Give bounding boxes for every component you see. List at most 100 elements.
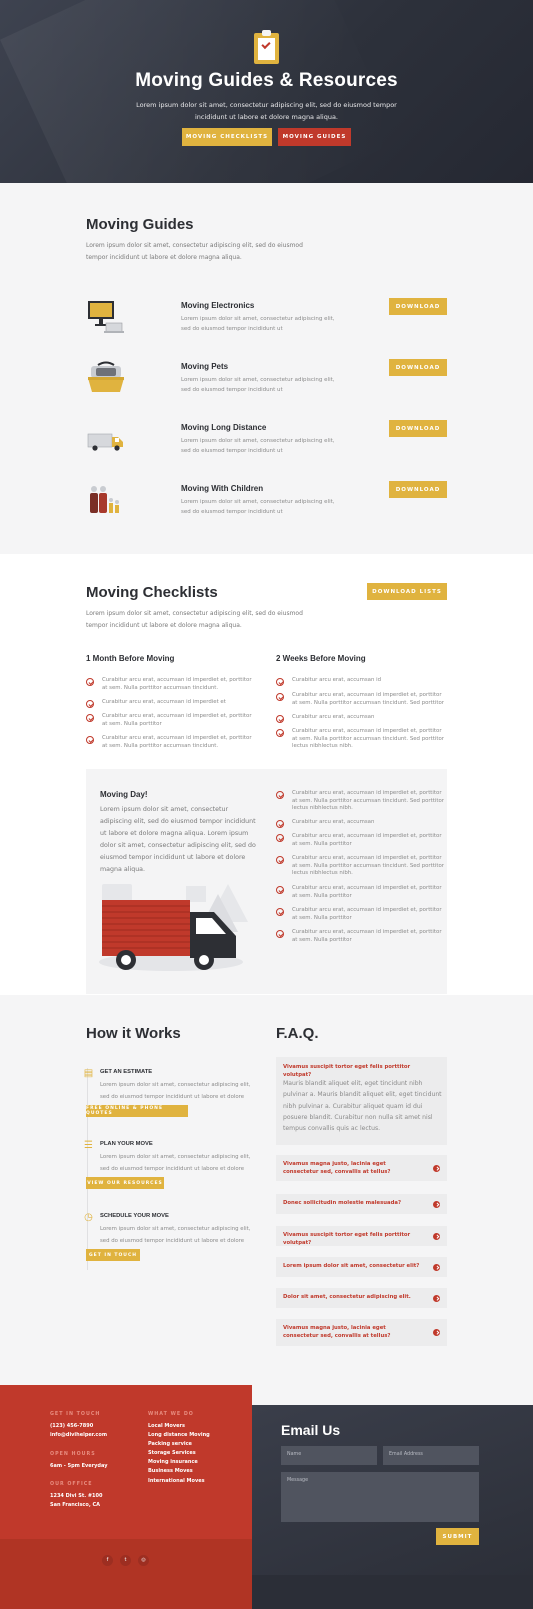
list-item: Curabitur arcu erat, accumsan id imperdi… bbox=[86, 735, 256, 750]
address-line: San Francisco, CA bbox=[50, 1502, 101, 1508]
checklists-text: Lorem ipsum dolor sit amet, consectetur … bbox=[86, 610, 303, 629]
checklist-column-title: 2 Weeks Before Moving bbox=[276, 654, 366, 663]
guide-row: Moving Pets Lorem ipsum dolor sit amet, … bbox=[86, 359, 447, 399]
phone-link[interactable]: (123) 456-7890 bbox=[50, 1422, 93, 1431]
guide-title: Moving Electronics bbox=[181, 301, 255, 310]
guide-text: Lorem ipsum dolor sit amet, consectetur … bbox=[181, 499, 335, 515]
submit-button[interactable]: Submit bbox=[436, 1528, 479, 1545]
download-button[interactable]: Download bbox=[389, 298, 447, 315]
email-link[interactable]: info@divihelper.com bbox=[50, 1431, 107, 1440]
list-item: Curabitur arcu erat, accumsan bbox=[276, 819, 446, 828]
checklists-title: Moving Checklists bbox=[86, 584, 218, 601]
how-it-works-title: How it Works bbox=[86, 1025, 181, 1042]
footer-link[interactable]: Long distance Moving bbox=[148, 1431, 210, 1440]
check-icon bbox=[276, 791, 284, 799]
list-item: Curabitur arcu erat, accumsan id imperdi… bbox=[276, 833, 446, 848]
check-icon bbox=[276, 729, 284, 737]
free-quotes-button[interactable]: Free Online & Phone Quotes bbox=[86, 1105, 188, 1117]
faq-answer: Mauris blandit aliquet elit, eget tincid… bbox=[283, 1080, 442, 1133]
download-button[interactable]: Download bbox=[389, 481, 447, 498]
twitter-icon[interactable]: t bbox=[120, 1555, 131, 1566]
check-icon bbox=[276, 693, 284, 701]
chevron-right-icon bbox=[433, 1201, 440, 1208]
instagram-icon[interactable]: ◎ bbox=[138, 1555, 149, 1566]
footer-link[interactable]: Packing service bbox=[148, 1440, 192, 1449]
moving-guides-button[interactable]: Moving Guides bbox=[278, 128, 351, 146]
chevron-right-icon bbox=[433, 1295, 440, 1302]
faq-item-open[interactable]: Vivamus suscipit tortor eget felis portt… bbox=[276, 1057, 447, 1145]
footer-link[interactable]: International Moves bbox=[148, 1477, 205, 1486]
list-item: Curabitur arcu erat, accumsan id bbox=[276, 677, 446, 686]
check-icon bbox=[276, 820, 284, 828]
email-field[interactable]: Email Address bbox=[383, 1446, 479, 1465]
guide-text: Lorem ipsum dolor sit amet, consectetur … bbox=[181, 438, 335, 454]
moving-truck-illustration bbox=[99, 884, 248, 971]
facebook-icon[interactable]: f bbox=[102, 1555, 113, 1566]
check-icon bbox=[276, 715, 284, 723]
step-text: Lorem ipsum dolor sit amet, consectetur … bbox=[100, 1082, 251, 1100]
family-icon bbox=[90, 486, 119, 513]
footer-info-panel bbox=[0, 1385, 252, 1539]
faq-question: Vivamus magna justo, lacinia eget consec… bbox=[283, 1325, 391, 1339]
list-item: Curabitur arcu erat, accumsan id imperdi… bbox=[276, 885, 446, 900]
chevron-right-icon bbox=[433, 1329, 440, 1336]
footer-link[interactable]: Moving insurance bbox=[148, 1458, 198, 1467]
check-icon bbox=[86, 678, 94, 686]
guide-title: Moving Long Distance bbox=[181, 423, 267, 432]
guide-text: Lorem ipsum dolor sit amet, consectetur … bbox=[181, 316, 335, 332]
download-lists-button[interactable]: Download Lists bbox=[367, 583, 447, 600]
hero-title: Moving Guides & Resources bbox=[135, 70, 398, 91]
step-text: Lorem ipsum dolor sit amet, consectetur … bbox=[100, 1226, 251, 1244]
faq-title: F.A.Q. bbox=[276, 1025, 319, 1042]
hero-text: Lorem ipsum dolor sit amet, consectetur … bbox=[136, 101, 397, 121]
faq-item[interactable]: Vivamus suscipit tortor eget felis portt… bbox=[276, 1226, 447, 1246]
faq-question: Dolor sit amet, consectetur adipiscing e… bbox=[283, 1294, 411, 1300]
check-icon bbox=[276, 908, 284, 916]
check-icon bbox=[86, 700, 94, 708]
moving-checklists-button[interactable]: Moving Checklists bbox=[182, 128, 272, 146]
guides-title: Moving Guides bbox=[86, 216, 194, 233]
hero-section: Moving Guides & Resources Lorem ipsum do… bbox=[0, 0, 533, 183]
footer-social-panel bbox=[0, 1539, 252, 1609]
guide-title: Moving Pets bbox=[181, 362, 229, 371]
check-icon bbox=[276, 856, 284, 864]
footer-link[interactable]: Storage Services bbox=[148, 1449, 196, 1458]
faq-item[interactable]: Lorem ipsum dolor sit amet, consectetur … bbox=[276, 1257, 447, 1277]
footer-link[interactable]: Business Moves bbox=[148, 1467, 193, 1476]
address-line: 1234 Divi St. #100 bbox=[50, 1493, 103, 1499]
check-icon bbox=[276, 834, 284, 842]
faq-question: Vivamus magna justo, lacinia eget consec… bbox=[283, 1161, 391, 1175]
clock-icon: ◷ bbox=[84, 1212, 93, 1223]
guide-row: Moving With Children Lorem ipsum dolor s… bbox=[86, 481, 447, 521]
computer-icon bbox=[88, 301, 124, 333]
list-item: Curabitur arcu erat, accumsan id imperdi… bbox=[276, 728, 446, 751]
check-icon bbox=[86, 736, 94, 744]
clipboard-icon bbox=[254, 30, 279, 64]
chevron-right-icon bbox=[433, 1233, 440, 1240]
list-item: Curabitur arcu erat, accumsan id imperdi… bbox=[276, 929, 446, 944]
faq-item[interactable]: Vivamus magna justo, lacinia eget consec… bbox=[276, 1155, 447, 1181]
list-item: Curabitur arcu erat, accumsan id imperdi… bbox=[86, 677, 256, 692]
message-field[interactable]: Message bbox=[281, 1472, 479, 1522]
step-text: Lorem ipsum dolor sit amet, consectetur … bbox=[100, 1154, 251, 1172]
download-button[interactable]: Download bbox=[389, 359, 447, 376]
get-in-touch-button[interactable]: Get in Touch bbox=[86, 1249, 140, 1261]
download-button[interactable]: Download bbox=[389, 420, 447, 437]
check-icon bbox=[276, 886, 284, 894]
guide-row: Moving Long Distance Lorem ipsum dolor s… bbox=[86, 420, 447, 460]
guide-text: Lorem ipsum dolor sit amet, consectetur … bbox=[181, 377, 335, 393]
hours-text: 6am - 5pm Everyday bbox=[50, 1463, 108, 1469]
footer-heading: What We Do bbox=[148, 1412, 194, 1417]
step-title: Schedule Your Move bbox=[100, 1213, 169, 1219]
step-title: Plan Your Move bbox=[100, 1141, 153, 1147]
faq-item[interactable]: Vivamus magna justo, lacinia eget consec… bbox=[276, 1319, 447, 1346]
footer-heading: Our Office bbox=[50, 1482, 93, 1487]
name-field[interactable]: Name bbox=[281, 1446, 377, 1465]
moving-day-title: Moving Day! bbox=[100, 790, 148, 799]
guide-row: Moving Electronics Lorem ipsum dolor sit… bbox=[86, 298, 447, 338]
chevron-right-icon bbox=[433, 1165, 440, 1172]
faq-item[interactable]: Dolor sit amet, consectetur adipiscing e… bbox=[276, 1288, 447, 1308]
view-resources-button[interactable]: View Our Resources bbox=[86, 1177, 164, 1189]
faq-item[interactable]: Donec sollicitudin molestie malesuada? bbox=[276, 1194, 447, 1214]
footer-link[interactable]: Local Movers bbox=[148, 1422, 185, 1431]
